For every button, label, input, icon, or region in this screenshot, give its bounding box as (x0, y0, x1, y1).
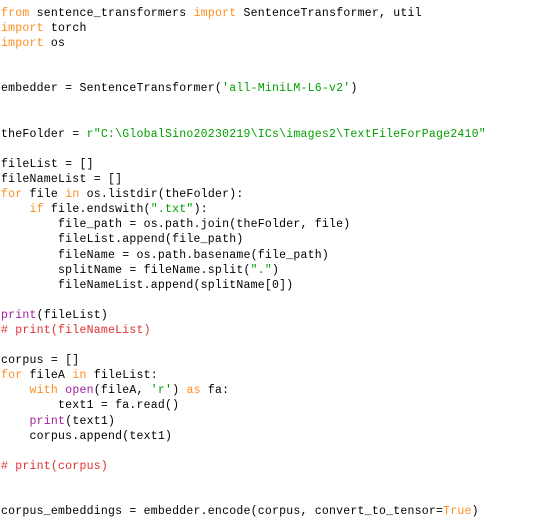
code-token-plain: file_path = os.path.join(theFolder, file… (1, 218, 351, 232)
code-line: theFolder = r"C:\GlobalSino20230219\ICs\… (1, 127, 546, 142)
code-line: text1 = fa.read() (1, 398, 546, 413)
code-line: splitName = fileName.split(".") (1, 263, 546, 278)
code-token-plain: os (43, 37, 66, 51)
code-token-plain: theFolder = (1, 127, 87, 141)
code-token-plain: (text1) (65, 414, 116, 428)
code-token-plain: file (22, 188, 66, 202)
code-token-kw: in (72, 369, 87, 383)
code-token-plain: splitName = fileName.split( (1, 263, 251, 277)
code-line: # print(corpus) (1, 459, 546, 474)
code-token-plain: fileNameList.append(splitName[0]) (1, 278, 294, 292)
code-token-plain: fileA (22, 369, 73, 383)
code-line: with open(fileA, 'r') as fa: (1, 383, 546, 398)
code-line: corpus = [] (1, 353, 546, 368)
code-token-builtin: open (65, 384, 94, 398)
code-token-plain: ) (471, 505, 479, 519)
code-line: corpus_embeddings = embedder.encode(corp… (1, 504, 546, 519)
code-line: from sentence_transformers import Senten… (1, 6, 546, 21)
code-token-kw: from (1, 7, 30, 20)
code-line: fileList.append(file_path) (1, 232, 546, 247)
code-token-comment: # print(corpus) (1, 459, 108, 473)
code-token-plain: file.endswith( (43, 203, 151, 217)
code-token-plain: SentenceTransformer, util (236, 7, 422, 20)
code-token-plain: os.listdir(theFolder): (79, 188, 244, 202)
python-code-editor[interactable]: from sentence_transformers import Senten… (0, 0, 546, 519)
code-token-plain: fileList: (86, 369, 158, 383)
code-token-str: 'all-MiniLM-L6-v2' (222, 82, 351, 96)
code-token-plain: embedder = SentenceTransformer( (1, 82, 223, 96)
code-token-builtin: print (1, 308, 37, 322)
code-token-plain: fileList.append(file_path) (1, 233, 244, 247)
code-line: corpus.append(text1) (1, 429, 546, 444)
code-line: for fileA in fileList: (1, 368, 546, 383)
code-line: if file.endswith(".txt"): (1, 202, 546, 217)
code-token-str: ".txt" (150, 203, 194, 217)
code-token-kw: import (1, 37, 44, 51)
code-token-plain: fileName = os.path.basename(file_path) (1, 248, 330, 262)
code-line: file_path = os.path.join(theFolder, file… (1, 217, 546, 232)
code-line: fileName = os.path.basename(file_path) (1, 248, 546, 263)
code-token-plain: fa: (200, 384, 230, 398)
code-line: fileNameList = [] (1, 172, 546, 187)
code-token-plain: torch (43, 22, 87, 36)
code-token-plain: text1 = fa.read() (1, 399, 180, 413)
code-token-kw: import (193, 7, 237, 20)
code-token-plain: (fileA, (93, 384, 151, 398)
code-token-plain: corpus_embeddings = embedder.encode(corp… (1, 505, 444, 519)
code-token-kw: in (65, 188, 80, 202)
code-token-plain: ) (350, 82, 358, 96)
code-token-plain: ) (172, 384, 187, 398)
code-token-plain: (fileList) (36, 308, 108, 322)
code-token-kw: for (1, 369, 23, 383)
code-token-plain: ): (193, 203, 208, 217)
code-line: for file in os.listdir(theFolder): (1, 187, 546, 202)
code-token-comment: # print(fileNameList) (1, 323, 151, 337)
code-token-kw: True (443, 505, 472, 519)
code-line: import torch (1, 21, 546, 36)
code-token-plain: corpus.append(text1) (1, 429, 173, 443)
code-token-kw: if (29, 203, 44, 217)
code-token-str: r"C:\GlobalSino20230219\ICs\images2\Text… (86, 127, 486, 141)
code-token-kw: import (1, 22, 44, 36)
code-token-kw: with (29, 384, 59, 398)
code-token-plain: fileNameList = [] (1, 173, 123, 187)
code-token-plain: sentence_transformers (29, 7, 194, 20)
code-token-plain: corpus = [] (1, 354, 80, 368)
code-line: fileNameList.append(splitName[0]) (1, 278, 546, 293)
code-line: print(fileList) (1, 308, 546, 323)
code-line: import os (1, 36, 546, 51)
code-token-kw: as (186, 384, 201, 398)
code-token-str: "." (250, 263, 272, 277)
code-token-plain: fileList = [] (1, 157, 94, 171)
code-token-builtin: print (29, 414, 66, 428)
code-token-kw: for (1, 188, 23, 202)
code-line: fileList = [] (1, 157, 546, 172)
code-token-str: 'r' (150, 384, 173, 398)
code-line: embedder = SentenceTransformer('all-Mini… (1, 81, 546, 96)
code-token-plain: ) (272, 263, 280, 277)
code-line: print(text1) (1, 414, 546, 429)
code-line: # print(fileNameList) (1, 323, 546, 338)
